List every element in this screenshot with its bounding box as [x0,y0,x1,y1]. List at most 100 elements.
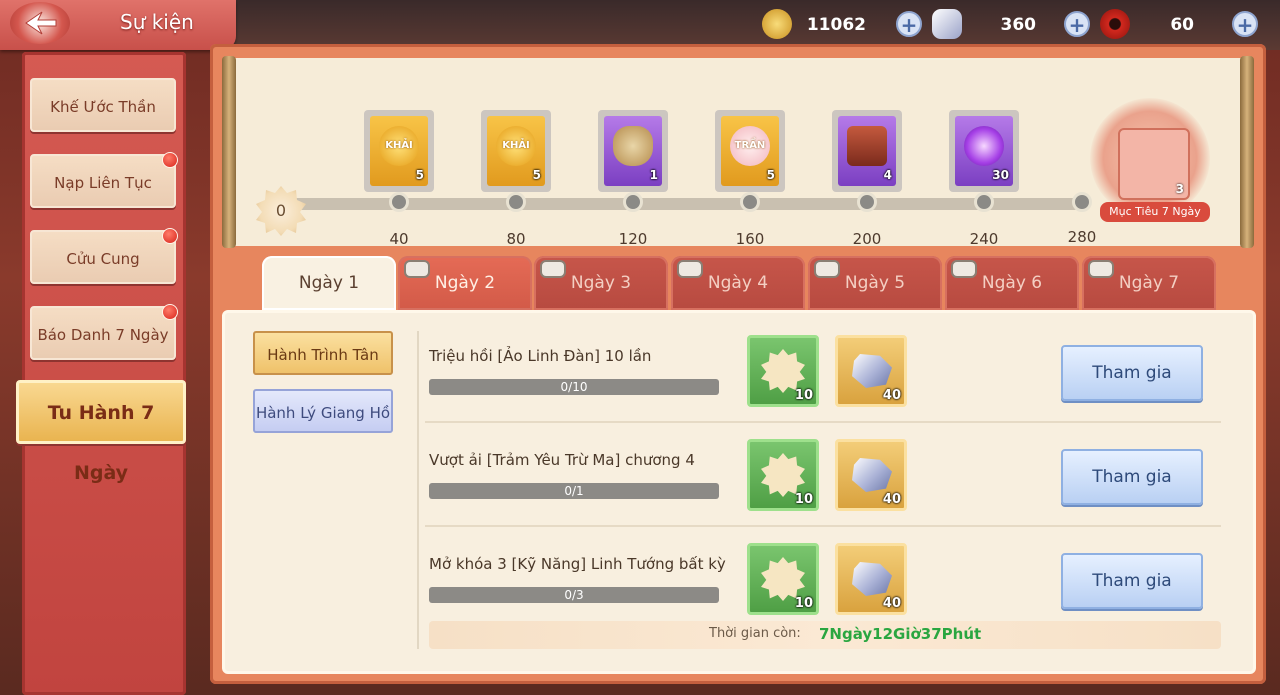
purple-crystal-icon [964,126,1004,166]
main-panel: 0 KHẢI 5 KHẢI 5 1 TRẦN 5 4 30 40 80 120 … [210,44,1266,684]
tab-day-1[interactable]: Ngày 1 [262,256,396,310]
task-row: Triệu hồi [Ảo Linh Đàn] 10 lần 0/10 10 4… [425,333,1221,429]
progress-start-badge: 0 [256,186,306,236]
category-giang-ho[interactable]: Hành Lý Giang Hồ [253,389,393,433]
scroll-rod-left [222,56,236,248]
countdown-value: 7Ngày12Giờ37Phút [819,625,982,643]
sun-token-icon [761,453,805,497]
sidebar-item-cuu-cung[interactable]: Cửu Cung [30,228,178,284]
milestone-label: 160 [735,230,765,248]
task-name: Mở khóa 3 [Kỹ Năng] Linh Tướng bất kỳ [429,555,726,573]
add-jade-button[interactable]: + [1232,11,1258,37]
back-arrow-icon [25,11,57,35]
task-name: Triệu hồi [Ảo Linh Đàn] 10 lần [429,347,652,365]
tab-day-3[interactable]: Ngày 3 [534,256,668,310]
task-separator [425,421,1221,423]
milestone-label: 120 [618,230,648,248]
task-progress-bar: 0/3 [429,587,719,603]
tab-day-7[interactable]: Ngày 7 [1082,256,1216,310]
sidebar-item-label: Cửu Cung [66,250,140,268]
final-goal-reward[interactable]: 3 Mục Tiêu 7 Ngày [1090,98,1210,222]
reward-item-silver[interactable]: 40 [835,439,907,511]
treasure-bag-icon [613,126,653,166]
task-separator [425,525,1221,527]
silver-ore-icon [852,562,892,596]
gift-box-icon: 3 [1118,128,1190,200]
page-title: Sự kiện [120,10,194,34]
back-button[interactable] [10,2,70,44]
add-silver-button[interactable]: + [1064,11,1090,37]
sidebar-item-tu-hanh[interactable]: Tu Hành 7 Ngày [16,380,186,484]
sun-token-icon [761,557,805,601]
milestone-node [1072,192,1092,212]
reward-count: 5 [415,168,424,182]
tab-day-5[interactable]: Ngày 5 [808,256,942,310]
sidebar-item-khe-uoc[interactable]: Khế Ước Thần Linh [30,78,176,170]
reward-count: 4 [883,168,892,182]
task-progress-text: 0/10 [560,380,588,394]
sun-token-icon [761,349,805,393]
sidebar-item-bao-danh[interactable]: Báo Danh 7 Ngày [30,304,178,360]
reward-item-silver[interactable]: 40 [835,335,907,407]
category-tan-thu[interactable]: Hành Trình Tân Thủ [253,331,393,408]
milestone-label: 280 [1067,228,1097,246]
milestone-node [506,192,526,212]
task-progress-bar: 0/10 [429,379,719,395]
milestone-reward-6[interactable]: 30 [949,110,1019,192]
reward-item-point[interactable]: 10 [747,543,819,615]
milestone-reward-4[interactable]: TRẦN 5 [715,110,785,192]
reward-count: 1 [649,168,658,182]
lock-icon [951,260,977,278]
milestone-label: 240 [969,230,999,248]
treasure-chest-icon [847,126,887,166]
event-sidebar: Khế Ước Thần Linh Nạp Liên Tục Cửu Cung … [16,52,186,695]
scroll-rod-right [1240,56,1254,248]
silver-resource: 360 + [932,9,1102,39]
add-coin-button[interactable]: + [896,11,922,37]
join-button[interactable]: Tham gia [1061,449,1203,505]
task-name: Vượt ải [Trảm Yêu Trừ Ma] chương 4 [429,451,695,469]
milestone-reward-2[interactable]: KHẢI 5 [481,110,551,192]
progress-scroll: 0 KHẢI 5 KHẢI 5 1 TRẦN 5 4 30 40 80 120 … [222,56,1254,248]
join-button[interactable]: Tham gia [1061,553,1203,609]
reward-item-point[interactable]: 10 [747,439,819,511]
join-button[interactable]: Tham gia [1061,345,1203,401]
reward-item-silver[interactable]: 40 [835,543,907,615]
milestone-node [857,192,877,212]
sidebar-item-nap-lien-tuc[interactable]: Nạp Liên Tục [30,152,178,208]
silver-value: 360 [1000,15,1037,35]
tab-day-4[interactable]: Ngày 4 [671,256,805,310]
milestone-label: 200 [852,230,882,248]
milestone-node [974,192,994,212]
reward-count: 5 [766,168,775,182]
lock-icon [540,260,566,278]
milestone-label: 40 [389,230,409,248]
milestone-label: 80 [506,230,526,248]
milestone-reward-3[interactable]: 1 [598,110,668,192]
milestone-node [389,192,409,212]
tab-day-2[interactable]: Ngày 2 [398,256,532,310]
jade-resource: 60 + [1100,9,1270,39]
title-tab: Sự kiện [0,0,236,50]
task-progress-bar: 0/1 [429,483,719,499]
lock-icon [677,260,703,278]
milestone-node [623,192,643,212]
reward-count: 30 [992,168,1009,182]
reward-item-point[interactable]: 10 [747,335,819,407]
milestone-node [740,192,760,212]
tab-day-6[interactable]: Ngày 6 [945,256,1079,310]
notification-dot [162,228,178,244]
task-row: Vượt ải [Trảm Yêu Trừ Ma] chương 4 0/1 1… [425,437,1221,533]
coin-value: 11062 [806,15,866,35]
divider [417,331,419,649]
lock-icon [814,260,840,278]
countdown-label: Thời gian còn: [709,626,801,641]
task-progress-text: 0/1 [564,484,584,498]
milestone-reward-1[interactable]: KHẢI 5 [364,110,434,192]
reward-count: 3 [1175,182,1184,196]
sidebar-item-label: Nạp Liên Tục [54,174,152,192]
coin-resource: 11062 + [762,9,932,39]
sidebar-item-label: Báo Danh 7 Ngày [37,326,169,344]
lock-icon [404,260,430,278]
milestone-reward-5[interactable]: 4 [832,110,902,192]
